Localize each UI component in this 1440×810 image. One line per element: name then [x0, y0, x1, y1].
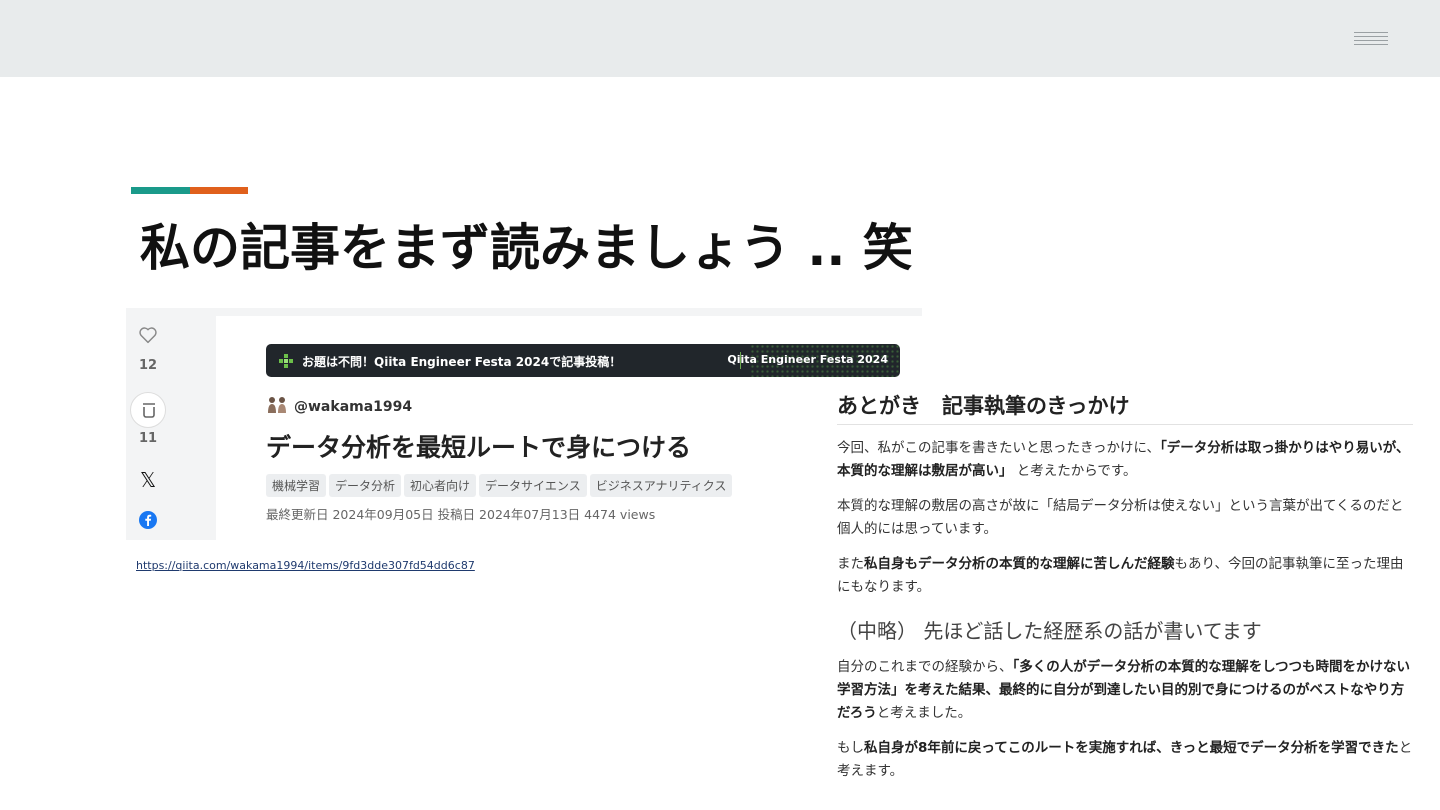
excerpt-paragraph: また私自身もデータ分析の本質的な理解に苦しんだ経験もあり、今回の記事執筆に至った…: [837, 553, 1413, 599]
tag[interactable]: データサイエンス: [479, 474, 587, 497]
excerpt-paragraph: 自分のこれまでの経験から、「多くの人がデータ分析の本質的な理解をしつつも時間をか…: [837, 656, 1413, 725]
article-url-link[interactable]: https://qiita.com/wakama1994/items/9fd3d…: [136, 559, 475, 572]
banner-text: お題は不問！Qiita Engineer Festa 2024で記事投稿！: [302, 355, 622, 369]
article-card: お題は不問！Qiita Engineer Festa 2024で記事投稿！ Qi…: [216, 316, 922, 540]
emphasis: 私自身もデータ分析の本質的な理解に苦しんだ経験: [864, 556, 1175, 572]
event-banner[interactable]: お題は不問！Qiita Engineer Festa 2024で記事投稿！ Qi…: [266, 344, 900, 377]
article-meta: 最終更新日 2024年09月05日 投稿日 2024年07月13日 4474 v…: [266, 507, 656, 522]
excerpt-subheading: （中略） 先ほど話した経歴系の話が書いてます: [837, 619, 1262, 643]
text: もし: [837, 740, 864, 756]
hamburger-menu-icon[interactable]: [1354, 32, 1388, 46]
stock-button[interactable]: [130, 392, 166, 428]
article-title[interactable]: データ分析を最短ルートで身につける: [266, 428, 691, 464]
excerpt-paragraph: 本質的な理解の敷居の高さが故に「結局データ分析は使えない」という言葉が出てくるの…: [837, 498, 1404, 537]
author[interactable]: @wakama1994: [266, 396, 412, 415]
excerpt-heading: あとがき 記事執筆のきっかけ: [837, 390, 1413, 425]
tag[interactable]: データ分析: [329, 474, 402, 497]
slide-title: 私の記事をまず読みましょう .. 笑: [140, 219, 913, 277]
festa-logo-icon: [279, 354, 293, 368]
excerpt-paragraph: もし私自身が8年前に戻ってこのルートを実施すれば、きっと最短でデータ分析を学習で…: [837, 737, 1413, 783]
accent-bar-teal: [131, 187, 190, 194]
emphasis: 私自身が8年前に戻ってこのルートを実施すれば、きっと最短でデータ分析を学習できた: [864, 740, 1399, 756]
x-share-icon[interactable]: 𝕏: [126, 468, 170, 492]
like-button[interactable]: [126, 326, 170, 348]
facebook-share-icon[interactable]: [126, 511, 170, 533]
text: また: [837, 556, 864, 572]
like-count: 12: [138, 358, 158, 373]
article-excerpt: あとがき 記事執筆のきっかけ 今回、私がこの記事を書きたいと思ったきっかけに、「…: [837, 390, 1413, 783]
top-bar: [0, 0, 1440, 77]
heart-icon: [139, 327, 157, 344]
accent-bar-orange: [190, 187, 248, 194]
tag[interactable]: 機械学習: [266, 474, 327, 497]
banner-event-name: Qiita Engineer Festa 2024: [727, 353, 888, 366]
excerpt-paragraph: 今回、私がこの記事を書きたいと思ったきっかけに、「データ分析は取っ掛かりはやり易…: [837, 437, 1413, 483]
text: と考えました。: [876, 705, 972, 721]
author-name: @wakama1994: [294, 399, 413, 415]
text: と考えたからです。: [1012, 463, 1137, 479]
text: 今回、私がこの記事を書きたいと思ったきっかけに、: [837, 440, 1161, 456]
text: 自分のこれまでの経験から、: [837, 659, 1013, 675]
stock-icon: [143, 403, 155, 418]
tag[interactable]: 初心者向け: [404, 474, 477, 497]
stock-count: 11: [138, 431, 158, 446]
tag-list: 機械学習 データ分析 初心者向け データサイエンス ビジネスアナリティクス: [266, 474, 735, 497]
avatar: [268, 397, 286, 413]
tag[interactable]: ビジネスアナリティクス: [589, 474, 733, 497]
article-screenshot: 12 11 𝕏 お題は不問！Qiita Engineer Festa 2024で…: [126, 308, 922, 540]
